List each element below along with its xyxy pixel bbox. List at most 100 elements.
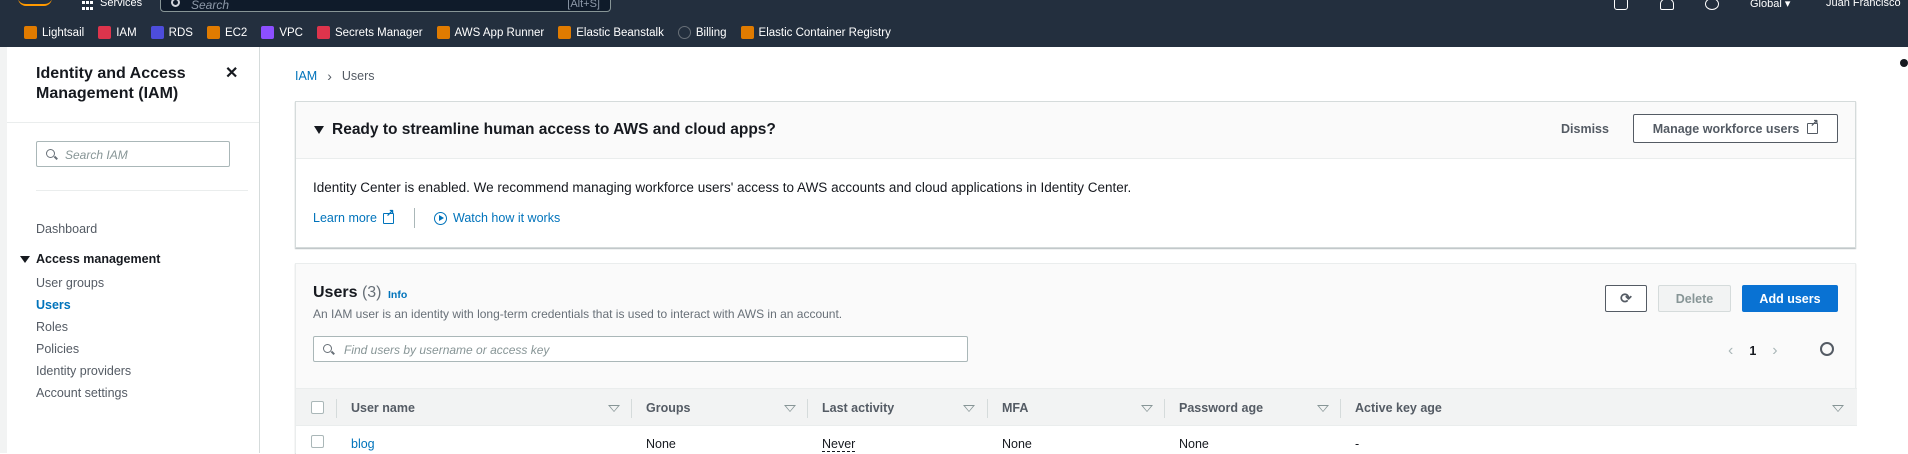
sidebar-search-input[interactable]: Search IAM (36, 141, 230, 167)
banner-body: Identity Center is enabled. We recommend… (313, 180, 1132, 195)
refresh-button[interactable]: ⟳ (1605, 285, 1647, 312)
sort-caret-icon[interactable] (1141, 405, 1153, 412)
access-management-section[interactable]: Access management (20, 252, 160, 266)
manage-workforce-users-button[interactable]: Manage workforce users (1633, 114, 1838, 143)
page-number[interactable]: 1 (1749, 344, 1756, 358)
users-filter-input[interactable]: Find users by username or access key (313, 336, 968, 362)
column-divider (1340, 399, 1341, 418)
filter-placeholder: Find users by username or access key (344, 343, 550, 357)
active-key-age-cell: - (1355, 437, 1360, 451)
gear-icon[interactable] (1820, 342, 1834, 356)
favorite-billing[interactable]: Billing (677, 26, 727, 39)
watch-how-it-works-link[interactable]: Watch how it works (434, 211, 560, 225)
user-name-link[interactable]: blog (351, 437, 375, 451)
column-divider (807, 399, 808, 418)
sidebar-item-identity-providers[interactable]: Identity providers (36, 364, 131, 378)
sidebar-item-account-settings[interactable]: Account settings (36, 386, 128, 400)
delete-button[interactable]: Delete (1658, 285, 1731, 312)
identity-center-banner: Ready to streamline human access to AWS … (295, 101, 1856, 248)
cloudshell-icon[interactable] (1614, 0, 1628, 10)
favorite-iam[interactable]: IAM (98, 26, 137, 39)
account-menu[interactable]: Juan Francisco (1826, 0, 1901, 9)
favorite-elastic-beanstalk[interactable]: Elastic Beanstalk (558, 26, 664, 39)
divider (7, 122, 259, 123)
sidebar-item-roles[interactable]: Roles (36, 320, 68, 334)
sidebar-item-dashboard[interactable]: Dashboard (36, 222, 97, 236)
mfa-cell: None (1002, 437, 1032, 451)
column-divider (987, 399, 988, 418)
favorite-app-runner[interactable]: AWS App Runner (436, 26, 544, 39)
vpc-icon (261, 26, 275, 39)
sort-caret-icon[interactable] (784, 405, 796, 412)
app-runner-icon (436, 26, 450, 39)
pagination: ‹ 1 › (1728, 342, 1778, 360)
banner-header[interactable]: Ready to streamline human access to AWS … (296, 102, 1855, 159)
sort-caret-icon[interactable] (1317, 405, 1329, 412)
elastic-beanstalk-icon (558, 26, 572, 39)
favorite-ec2[interactable]: EC2 (206, 26, 247, 39)
column-password-age[interactable]: Password age (1179, 401, 1263, 415)
services-grid-icon[interactable] (82, 1, 94, 11)
sort-caret-icon[interactable] (1832, 405, 1844, 412)
external-link-icon (382, 208, 394, 224)
sort-caret-icon[interactable] (963, 405, 975, 412)
sidebar-title: Identity and Access Management (IAM) (36, 65, 186, 102)
play-icon (434, 211, 447, 225)
column-last-activity[interactable]: Last activity (822, 401, 894, 415)
search-icon (171, 0, 180, 7)
chevron-right-icon[interactable]: › (1772, 342, 1777, 360)
chevron-right-icon: › (327, 68, 332, 84)
sidebar-item-user-groups[interactable]: User groups (36, 276, 104, 290)
secrets-manager-icon (316, 26, 330, 39)
iam-icon (98, 26, 112, 39)
breadcrumb-current: Users (341, 69, 375, 83)
chevron-left-icon[interactable]: ‹ (1728, 342, 1733, 360)
divider (36, 190, 248, 191)
select-all-checkbox[interactable] (311, 401, 324, 414)
sidebar-item-users[interactable]: Users (36, 298, 71, 312)
users-count: (3) (361, 284, 382, 301)
sort-caret-icon[interactable] (608, 405, 620, 412)
add-users-button[interactable]: Add users (1742, 285, 1838, 312)
users-description: An IAM user is an identity with long-ter… (313, 307, 843, 321)
users-panel: Users (3) Info An IAM user is an identit… (295, 263, 1857, 454)
global-search-input[interactable]: Search [Alt+S] (160, 0, 611, 12)
top-navigation: Services Search [Alt+S] Global ▾ Juan Fr… (0, 0, 1908, 18)
favorite-secrets-manager[interactable]: Secrets Manager (316, 26, 423, 39)
column-active-key-age[interactable]: Active key age (1355, 401, 1442, 415)
table-row[interactable]: blog None Never None None - (296, 426, 1857, 454)
dismiss-button[interactable]: Dismiss (1561, 122, 1609, 136)
right-edge-panel (1894, 47, 1908, 453)
left-edge-strip (0, 47, 7, 453)
help-icon[interactable] (1705, 0, 1719, 10)
external-link-icon (1807, 118, 1819, 134)
row-checkbox[interactable] (311, 435, 324, 448)
favorite-rds[interactable]: RDS (150, 26, 193, 39)
search-placeholder: Search (191, 0, 230, 12)
services-menu[interactable]: Services (100, 0, 142, 9)
learn-more-link[interactable]: Learn more (313, 208, 394, 226)
aws-logo[interactable] (18, 0, 52, 6)
notifications-bell-icon[interactable] (1660, 0, 1674, 10)
sidebar-item-policies[interactable]: Policies (36, 342, 79, 356)
ecr-icon (740, 26, 754, 39)
info-panel-icon[interactable] (1900, 59, 1908, 67)
close-sidebar-icon[interactable]: ✕ (225, 63, 238, 83)
groups-cell: None (646, 437, 676, 451)
info-link[interactable]: Info (388, 289, 407, 301)
column-user-name[interactable]: User name (351, 401, 415, 415)
column-divider (631, 399, 632, 418)
sidebar-search-placeholder: Search IAM (65, 148, 128, 162)
table-header: User name Groups Last activity MFA Passw… (296, 388, 1857, 426)
breadcrumb-iam-link[interactable]: IAM (295, 69, 317, 83)
favorite-ecr[interactable]: Elastic Container Registry (740, 26, 891, 39)
column-mfa[interactable]: MFA (1002, 401, 1028, 415)
region-selector[interactable]: Global ▾ (1750, 0, 1790, 10)
password-age-cell: None (1179, 437, 1209, 451)
last-activity-cell[interactable]: Never (822, 437, 856, 452)
favorite-vpc[interactable]: VPC (261, 26, 303, 39)
search-shortcut: [Alt+S] (567, 0, 600, 10)
caret-down-icon[interactable] (314, 126, 324, 134)
column-groups[interactable]: Groups (646, 401, 690, 415)
favorite-lightsail[interactable]: Lightsail (24, 26, 84, 39)
